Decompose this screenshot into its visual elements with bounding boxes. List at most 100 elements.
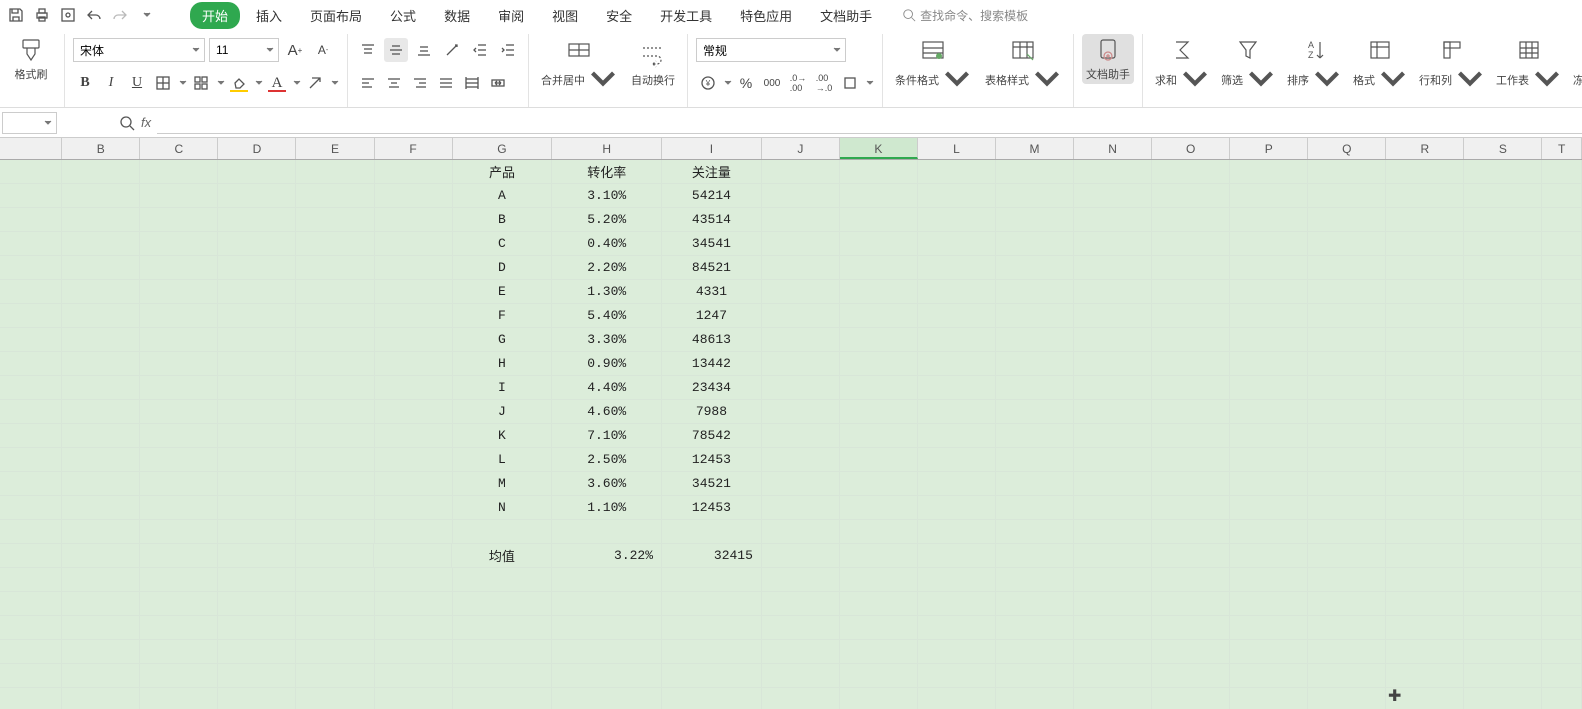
cell[interactable] [1230,280,1308,304]
cell[interactable] [1074,544,1152,568]
cell[interactable]: 34541 [662,232,762,256]
cell[interactable] [1152,592,1230,616]
cell[interactable] [918,232,996,256]
cell[interactable] [62,592,140,616]
cell[interactable] [1152,688,1230,709]
col-header-Q[interactable]: Q [1308,138,1386,159]
cell[interactable]: A [453,184,553,208]
cell[interactable] [140,208,218,232]
cell[interactable] [62,160,140,184]
cell[interactable]: 1.10% [552,496,662,520]
cell[interactable] [996,544,1074,568]
border-dropdown[interactable] [177,79,187,87]
align-bottom-icon[interactable] [412,38,436,62]
cell[interactable] [375,520,453,544]
cell[interactable] [0,184,62,208]
currency-icon[interactable]: ¥ [696,71,720,95]
cell[interactable] [840,448,918,472]
cell[interactable]: 32415 [662,544,762,568]
cell[interactable] [552,592,662,616]
cell[interactable] [1386,400,1464,424]
cell[interactable]: L [453,448,553,472]
cell[interactable] [1464,592,1542,616]
cell[interactable]: M [453,472,553,496]
cell[interactable] [996,232,1074,256]
cell[interactable] [1464,688,1542,709]
cell[interactable] [375,232,453,256]
cell[interactable] [1464,496,1542,520]
cell[interactable]: N [453,496,553,520]
col-header-H[interactable]: H [552,138,662,159]
cell[interactable] [918,160,996,184]
cell[interactable] [0,256,62,280]
cell[interactable] [1542,184,1582,208]
menu-tab-公式[interactable]: 公式 [378,2,428,29]
cell[interactable] [296,640,374,664]
cell[interactable] [1074,688,1152,709]
cell[interactable] [918,520,996,544]
cell[interactable] [296,400,374,424]
cell[interactable] [62,328,140,352]
align-middle-icon[interactable] [384,38,408,62]
cell[interactable] [552,688,662,709]
cell[interactable] [218,424,296,448]
cell[interactable]: 3.22% [552,544,662,568]
cell[interactable] [996,592,1074,616]
cell[interactable] [1386,568,1464,592]
cell[interactable] [140,688,218,709]
cell[interactable] [140,304,218,328]
cell[interactable]: 0.90% [552,352,662,376]
col-header-O[interactable]: O [1152,138,1230,159]
cell[interactable] [140,256,218,280]
cell[interactable] [375,160,453,184]
grid-body[interactable]: 产品转化率关注量A3.10%54214B5.20%43514C0.40%3454… [0,160,1582,709]
cell[interactable] [1386,208,1464,232]
cell[interactable] [453,664,553,688]
cell[interactable] [140,280,218,304]
zoom-fx-icon[interactable] [119,115,135,131]
col-header-T[interactable]: T [1542,138,1582,159]
cell[interactable] [840,664,918,688]
cell[interactable] [1308,616,1386,640]
cell[interactable]: I [453,376,553,400]
cell[interactable] [140,352,218,376]
col-header-L[interactable]: L [918,138,996,159]
cell[interactable] [296,352,374,376]
cell[interactable] [1152,184,1230,208]
cell[interactable]: 43514 [662,208,762,232]
cell[interactable] [840,400,918,424]
cell[interactable] [1542,328,1582,352]
cell[interactable] [918,496,996,520]
cell[interactable] [1074,640,1152,664]
cell[interactable] [1308,328,1386,352]
cell[interactable]: 13442 [662,352,762,376]
cell[interactable] [296,184,374,208]
cell[interactable]: 23434 [662,376,762,400]
format-painter-button[interactable]: 格式刷 [6,34,56,84]
cell[interactable] [296,448,374,472]
cell[interactable] [62,544,140,568]
cell[interactable] [375,472,453,496]
cell[interactable] [140,184,218,208]
cell[interactable] [762,256,840,280]
cell[interactable] [140,664,218,688]
cell[interactable] [375,640,453,664]
cell[interactable] [1542,400,1582,424]
cell[interactable] [1464,424,1542,448]
cell[interactable] [140,400,218,424]
cell[interactable] [218,304,296,328]
cell[interactable] [140,232,218,256]
cell[interactable] [762,328,840,352]
cell[interactable] [375,376,453,400]
cell[interactable] [62,664,140,688]
cell[interactable] [296,160,374,184]
cell[interactable] [1308,160,1386,184]
cell[interactable] [140,520,218,544]
cell[interactable] [62,208,140,232]
cell[interactable]: 2.50% [552,448,662,472]
cell[interactable] [296,544,374,568]
cell[interactable] [1308,256,1386,280]
cell[interactable] [140,496,218,520]
cell[interactable] [1386,520,1464,544]
cell[interactable] [996,184,1074,208]
